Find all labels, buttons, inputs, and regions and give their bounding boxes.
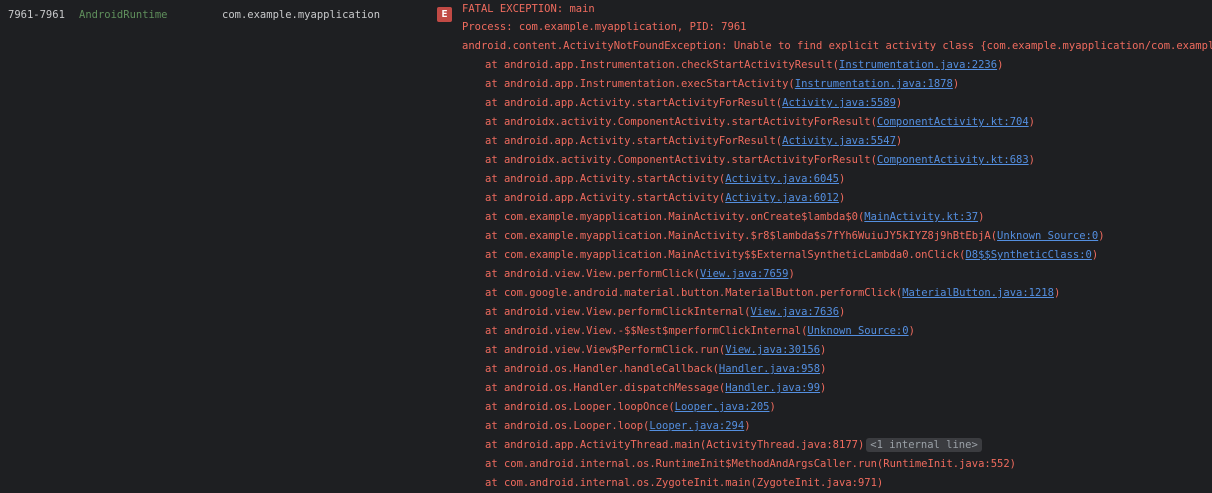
log-line-suffix: ) [769,401,776,413]
log-line-suffix: ) [1028,116,1035,128]
log-line: at android.app.Activity.startActivity(Ac… [462,189,1212,208]
source-link[interactable]: View.java:7659 [700,268,789,280]
log-line-text: at androidx.activity.ComponentActivity.s… [485,154,877,166]
source-link[interactable]: ComponentActivity.kt:704 [877,116,1029,128]
package-name: com.example.myapplication [222,9,381,21]
log-line-text: android.content.ActivityNotFoundExceptio… [462,40,1212,52]
log-line-text: at com.google.android.material.button.Ma… [485,287,903,299]
log-line: at com.android.internal.os.ZygoteInit.ma… [462,474,1212,493]
source-link[interactable]: Activity.java:6012 [725,192,839,204]
log-line-text: Process: com.example.myapplication, PID:… [462,21,747,33]
log-line: at android.app.Instrumentation.execStart… [462,75,1212,94]
log-line-suffix: ) [997,59,1004,71]
log-tag: AndroidRuntime [79,9,168,21]
log-line-suffix: ) [820,344,827,356]
log-line-suffix: ) [1053,287,1061,299]
log-line-text: at com.example.myapplication.MainActivit… [485,249,966,261]
log-line-text: at android.app.Activity.startActivity( [485,192,726,204]
log-line: at android.app.Instrumentation.checkStar… [462,56,1212,75]
process-id: 7961-7961 [8,9,65,21]
source-link[interactable]: View.java:7636 [751,306,840,318]
log-line-suffix: ) [952,78,960,90]
log-line-suffix: ) [820,382,827,394]
log-line: at android.os.Handler.handleCallback(Han… [462,360,1212,379]
log-line: at androidx.activity.ComponentActivity.s… [462,113,1212,132]
source-link[interactable]: Instrumentation.java:1878 [795,78,953,90]
log-line-text: at android.app.Activity.startActivityFor… [485,135,783,147]
source-link[interactable]: MainActivity.kt:37 [864,211,978,223]
log-line-text: at android.app.ActivityThread.main(Activ… [485,439,865,451]
source-link[interactable]: Unknown Source:0 [807,325,908,337]
source-link[interactable]: Instrumentation.java:2236 [839,59,997,71]
log-line-suffix: ) [908,325,915,337]
log-line: at com.example.myapplication.MainActivit… [462,246,1212,265]
source-link[interactable]: Looper.java:294 [649,420,744,432]
log-line-text: at android.view.View.performClick( [485,268,700,280]
log-line-suffix: ) [1028,154,1035,166]
log-line: at android.app.Activity.startActivityFor… [462,132,1212,151]
collapsed-lines-badge[interactable]: <1 internal line> [866,438,982,452]
log-line: Process: com.example.myapplication, PID:… [462,18,1212,37]
source-link[interactable]: Looper.java:205 [675,401,770,413]
log-line-text: at android.app.Activity.startActivity( [485,173,726,185]
log-line-suffix: ) [820,363,827,375]
log-line: at android.view.View.-$$Nest$mperformCli… [462,322,1212,341]
log-line-suffix: ) [788,268,795,280]
log-line-text: FATAL EXCEPTION: main [462,3,595,15]
log-line: at com.example.myapplication.MainActivit… [462,227,1212,246]
log-line-suffix: ) [1091,249,1099,261]
log-line-text: at android.os.Looper.loop( [485,420,650,432]
log-line: FATAL EXCEPTION: main [462,1,1212,18]
source-link[interactable]: Activity.java:5589 [782,97,896,109]
log-line: at android.view.View.performClickInterna… [462,303,1212,322]
log-line: at android.app.Activity.startActivityFor… [462,94,1212,113]
log-line: at com.android.internal.os.RuntimeInit$M… [462,455,1212,474]
log-line-text: at android.os.Looper.loopOnce( [485,401,675,413]
source-link[interactable]: Handler.java:99 [725,382,820,394]
log-line: at android.view.View.performClick(View.j… [462,265,1212,284]
log-line: at android.view.View$PerformClick.run(Vi… [462,341,1212,360]
log-line: at android.os.Looper.loopOnce(Looper.jav… [462,398,1212,417]
source-link[interactable]: D8$$SyntheticClass:0 [965,249,1091,261]
log-line-suffix: ) [1098,230,1105,242]
source-link[interactable]: ComponentActivity.kt:683 [877,154,1029,166]
log-line-text: at android.os.Handler.dispatchMessage( [485,382,726,394]
log-line-text: at android.app.Activity.startActivityFor… [485,97,783,109]
log-line-text: at android.os.Handler.handleCallback( [485,363,719,375]
log-line: at com.google.android.material.button.Ma… [462,284,1212,303]
log-line-suffix: ) [978,211,985,223]
log-line: at android.os.Handler.dispatchMessage(Ha… [462,379,1212,398]
log-line-suffix: ) [744,420,751,432]
log-line-text: at android.view.View$PerformClick.run( [485,344,726,356]
source-link[interactable]: Activity.java:5547 [782,135,896,147]
log-line-text: at android.view.View.performClickInterna… [485,306,751,318]
log-line-text: at com.example.myapplication.MainActivit… [485,211,865,223]
log-line-text: at com.example.myapplication.MainActivit… [485,230,998,242]
log-line-text: at android.view.View.-$$Nest$mperformCli… [485,325,808,337]
source-link[interactable]: Handler.java:958 [719,363,820,375]
source-link[interactable]: MaterialButton.java:1218 [902,287,1054,299]
log-line-suffix: ) [839,306,846,318]
log-line-text: at android.app.Instrumentation.execStart… [485,78,795,90]
source-link[interactable]: Unknown Source:0 [997,230,1098,242]
log-line: at android.app.ActivityThread.main(Activ… [462,436,1212,455]
log-line: android.content.ActivityNotFoundExceptio… [462,37,1212,56]
source-link[interactable]: Activity.java:6045 [725,173,839,185]
log-message-list: FATAL EXCEPTION: main Process: com.exampl… [462,0,1212,493]
log-line-text: at com.android.internal.os.RuntimeInit$M… [485,458,1017,470]
log-line: at android.os.Looper.loop(Looper.java:29… [462,417,1212,436]
log-line-text: at androidx.activity.ComponentActivity.s… [485,116,877,128]
log-level-badge: E [437,7,452,22]
source-link[interactable]: View.java:30156 [725,344,820,356]
log-line-suffix: ) [895,135,903,147]
log-line: at com.example.myapplication.MainActivit… [462,208,1212,227]
log-line-text: at android.app.Instrumentation.checkStar… [485,59,840,71]
log-line-suffix: ) [895,97,903,109]
log-line: at androidx.activity.ComponentActivity.s… [462,151,1212,170]
log-line-suffix: ) [839,173,846,185]
log-line: at android.app.Activity.startActivity(Ac… [462,170,1212,189]
log-line-suffix: ) [839,192,846,204]
log-line-text: at com.android.internal.os.ZygoteInit.ma… [485,477,884,489]
